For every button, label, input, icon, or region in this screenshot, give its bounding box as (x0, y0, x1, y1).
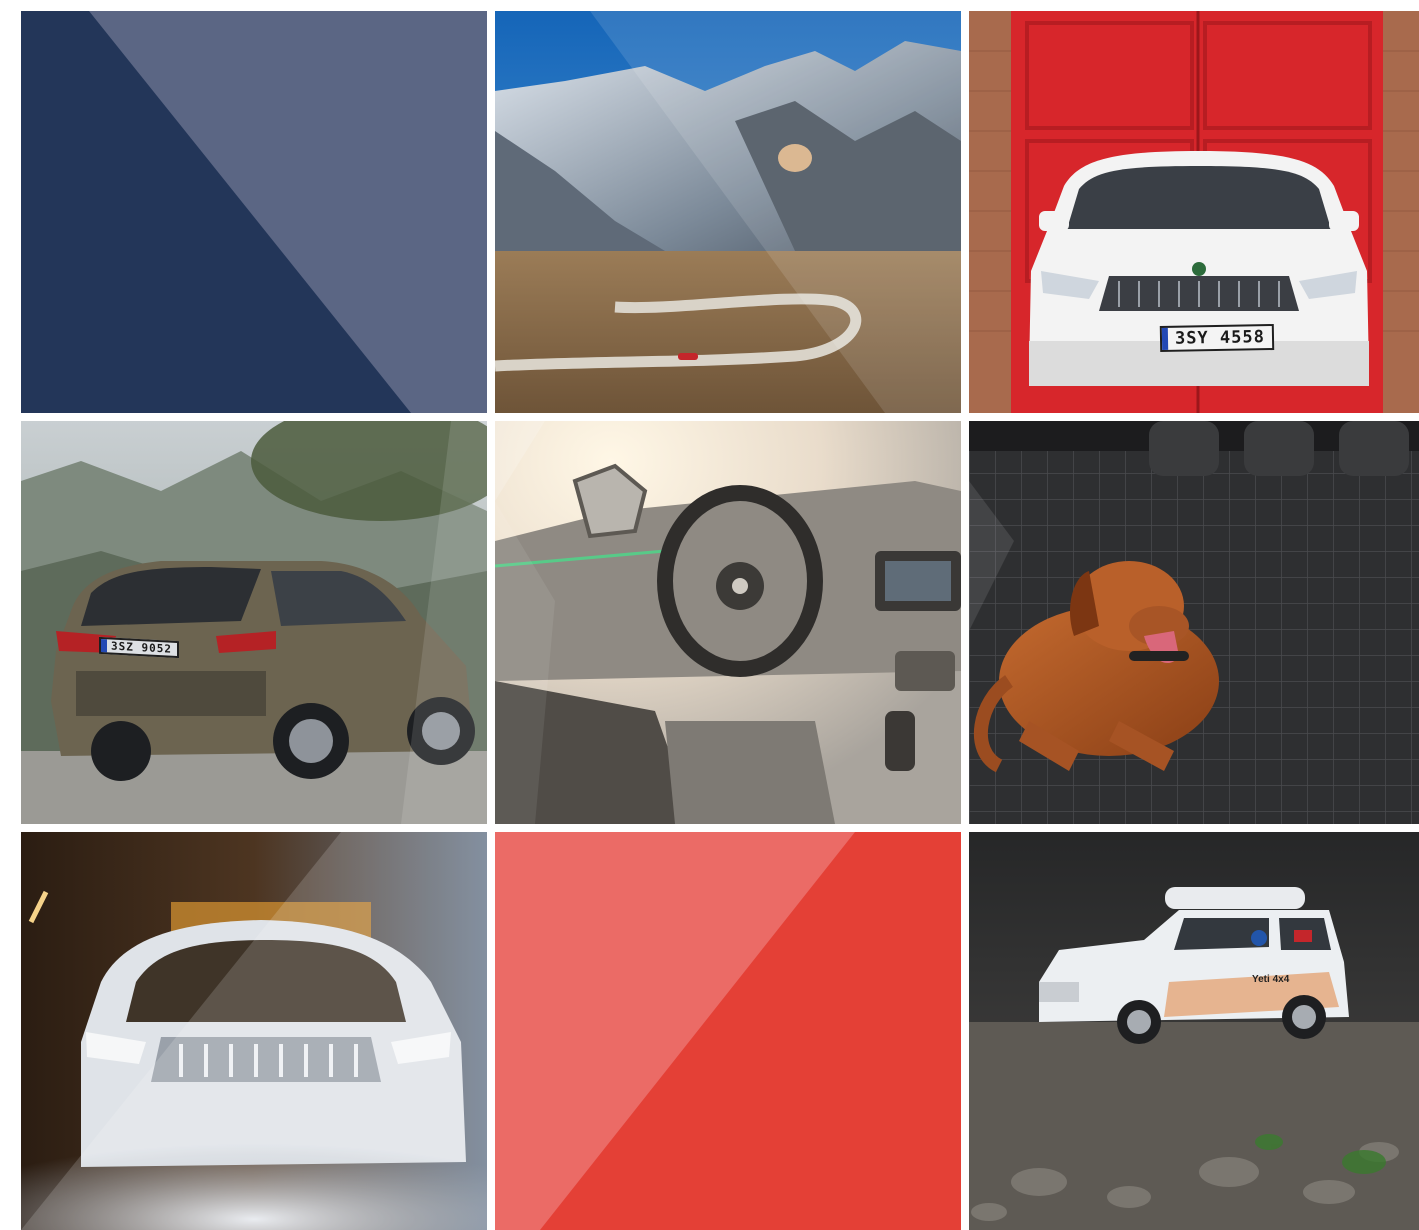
yeti-decal: Yeti 4x4 (1252, 974, 1290, 985)
dog-seat-cover-image (969, 421, 1419, 824)
interior-dashboard-image (495, 421, 961, 824)
red-door-kodiaq-photo: 3SY 4558 (969, 11, 1419, 413)
red-diagonal-panel (495, 832, 961, 1230)
mountain-road-photo (495, 11, 961, 413)
smoke-kodiaq-image (21, 832, 487, 1230)
smoke-kodiaq-photo (21, 832, 487, 1230)
navy-panel-graphic (21, 11, 487, 413)
red-door-kodiaq-image (969, 11, 1419, 413)
dog-seat-cover-photo (969, 421, 1419, 824)
yeti-rally-car-image: Yeti 4x4 (969, 832, 1419, 1230)
red-panel-graphic (495, 832, 961, 1230)
mountain-road-image (495, 11, 961, 413)
navy-diagonal-panel (21, 11, 487, 413)
interior-dashboard-photo (495, 421, 961, 824)
kodiaq-rear-image (21, 421, 487, 824)
license-plate: 3SY 4558 (1159, 324, 1275, 352)
yeti-rally-car-photo: Yeti 4x4 (969, 832, 1419, 1230)
olive-tree-kodiaq-rear-photo: 3SZ 9052 (21, 421, 487, 824)
